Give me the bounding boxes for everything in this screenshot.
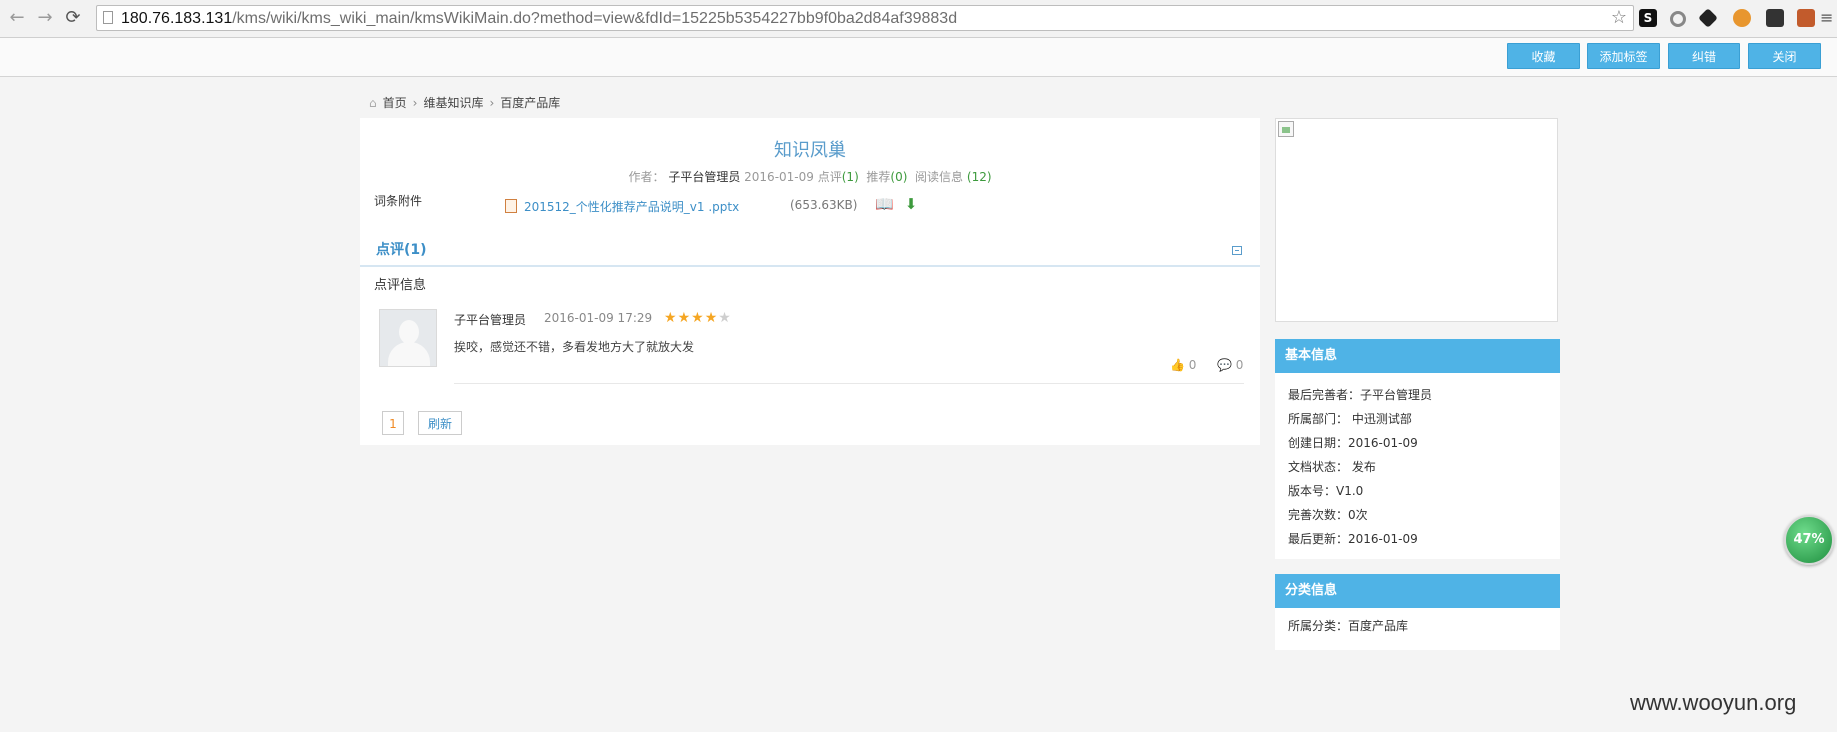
- like-control[interactable]: 👍 0: [1170, 358, 1196, 372]
- back-icon[interactable]: ←: [6, 7, 28, 29]
- comment-label: 点评: [817, 170, 842, 184]
- star-empty-icon: ★: [718, 310, 732, 326]
- chevron-right-icon: ›: [489, 96, 495, 110]
- action-bar: 收藏 添加标签 纠错 关闭: [0, 38, 1837, 77]
- forward-icon[interactable]: →: [34, 7, 56, 29]
- chevron-right-icon: ›: [412, 96, 418, 110]
- doc-date: 2016-01-09: [744, 170, 814, 184]
- info-row: 文档状态： 发布: [1288, 460, 1376, 474]
- info-row: 完善次数：0次: [1288, 508, 1368, 522]
- info-row: 所属分类：百度产品库: [1288, 619, 1409, 633]
- star-rating: ★★★★★: [664, 310, 732, 326]
- page-title: 知识凤巢: [774, 140, 846, 161]
- comment-count[interactable]: (1): [842, 170, 859, 184]
- image-box: [1275, 118, 1558, 322]
- page-number-button[interactable]: 1: [382, 411, 404, 435]
- avatar: [379, 309, 437, 367]
- basic-info-card: 基本信息 最后完善者：子平台管理员 所属部门： 中迅测试部 创建日期：2016-…: [1275, 339, 1560, 559]
- speed-widget[interactable]: 47%: [1784, 515, 1834, 565]
- comments-section-header: 点评(1): [360, 230, 1260, 267]
- url-text: 180.76.183.131/kms/wiki/kms_wiki_main/km…: [121, 10, 957, 28]
- info-row: 版本号：V1.0: [1288, 484, 1364, 498]
- reply-count: 0: [1235, 358, 1244, 372]
- info-row: 创建日期：2016-01-09: [1288, 436, 1418, 450]
- author-label: 作者：: [628, 170, 665, 184]
- browser-toolbar: ← → ⟳ 180.76.183.131/kms/wiki/kms_wiki_m…: [0, 0, 1837, 38]
- comment-text: 挨咬，感觉还不错，多看发地方大了就放大发: [454, 340, 695, 354]
- breadcrumb-category[interactable]: 百度产品库: [500, 94, 560, 111]
- breadcrumb-wiki[interactable]: 维基知识库: [423, 94, 483, 111]
- recommend-label: 推荐: [866, 170, 891, 184]
- menu-icon[interactable]: ≡: [1820, 8, 1834, 28]
- comment-time: 2016-01-09 17:29: [544, 311, 653, 325]
- recommend-count[interactable]: (0): [890, 170, 907, 184]
- star-icon: ★: [677, 310, 692, 326]
- like-count: 0: [1188, 358, 1197, 372]
- url-path: /kms/wiki/kms_wiki_main/kmsWikiMain.do?m…: [232, 10, 958, 27]
- collapse-icon[interactable]: [1232, 246, 1242, 255]
- extension-mask-icon[interactable]: [1766, 9, 1784, 27]
- thumbs-up-icon[interactable]: 👍: [1170, 358, 1185, 372]
- comment-bubble-icon[interactable]: 💬: [1217, 358, 1232, 372]
- refresh-button[interactable]: 刷新: [418, 411, 462, 435]
- page-icon: [103, 11, 113, 24]
- category-info-card: 分类信息 所属分类：百度产品库: [1275, 574, 1560, 650]
- doc-meta: 作者： 子平台管理员 2016-01-09 点评(1) 推荐(0) 阅读信息 (…: [360, 168, 1260, 185]
- info-row: 所属部门： 中迅测试部: [1288, 412, 1412, 426]
- reply-control[interactable]: 💬 0: [1217, 358, 1243, 372]
- star-icon: ★: [691, 310, 705, 326]
- basic-info-title: 基本信息: [1275, 339, 1560, 373]
- home-icon: ⌂: [369, 96, 377, 110]
- correct-button[interactable]: 纠错: [1668, 43, 1740, 69]
- read-label: 阅读信息: [915, 170, 964, 184]
- read-count[interactable]: (12): [967, 170, 992, 184]
- extension-s-icon[interactable]: S: [1639, 9, 1657, 27]
- attachment-link[interactable]: 201512_个性化推荐产品说明_v1 .pptx: [524, 198, 739, 215]
- star-icon: ★: [664, 310, 678, 326]
- star-icon: ★: [704, 310, 719, 326]
- attachment-size: (653.63KB): [790, 198, 858, 212]
- broken-image-icon: [1278, 121, 1294, 137]
- favorite-button[interactable]: 收藏: [1507, 43, 1580, 69]
- address-bar[interactable]: 180.76.183.131/kms/wiki/kms_wiki_main/km…: [96, 5, 1634, 31]
- comment-info-heading: 点评信息: [374, 278, 427, 293]
- watermark: www.wooyun.org: [1630, 690, 1797, 715]
- add-tag-button[interactable]: 添加标签: [1587, 43, 1660, 69]
- download-icon[interactable]: ⬇: [902, 196, 920, 212]
- reload-icon[interactable]: ⟳: [62, 7, 84, 29]
- breadcrumb: ⌂ 首页 › 维基知识库 › 百度产品库: [369, 94, 560, 111]
- breadcrumb-home[interactable]: 首页: [383, 94, 407, 111]
- extension-cookie-icon[interactable]: [1733, 9, 1751, 27]
- comment-author[interactable]: 子平台管理员: [454, 311, 526, 328]
- category-info-title: 分类信息: [1275, 574, 1560, 608]
- extension-diamond-icon[interactable]: [1698, 8, 1718, 28]
- url-host: 180.76.183.131: [121, 10, 233, 27]
- author-name: 子平台管理员: [668, 170, 741, 184]
- bookmark-star-icon[interactable]: ☆: [1611, 7, 1627, 28]
- info-row: 最后更新：2016-01-09: [1288, 532, 1418, 546]
- attachment-label: 词条附件: [374, 194, 423, 208]
- close-button[interactable]: 关闭: [1748, 43, 1821, 69]
- divider: [454, 383, 1244, 384]
- main-panel: 知识凤巢 作者： 子平台管理员 2016-01-09 点评(1) 推荐(0) 阅…: [360, 118, 1260, 445]
- info-row: 最后完善者：子平台管理员: [1288, 388, 1433, 402]
- pptx-file-icon: [505, 199, 517, 213]
- extension-circle-icon[interactable]: [1670, 11, 1686, 27]
- comments-section-title: 点评(1): [376, 242, 427, 258]
- read-online-icon[interactable]: 📖: [875, 196, 894, 212]
- extension-app-icon[interactable]: [1797, 9, 1815, 27]
